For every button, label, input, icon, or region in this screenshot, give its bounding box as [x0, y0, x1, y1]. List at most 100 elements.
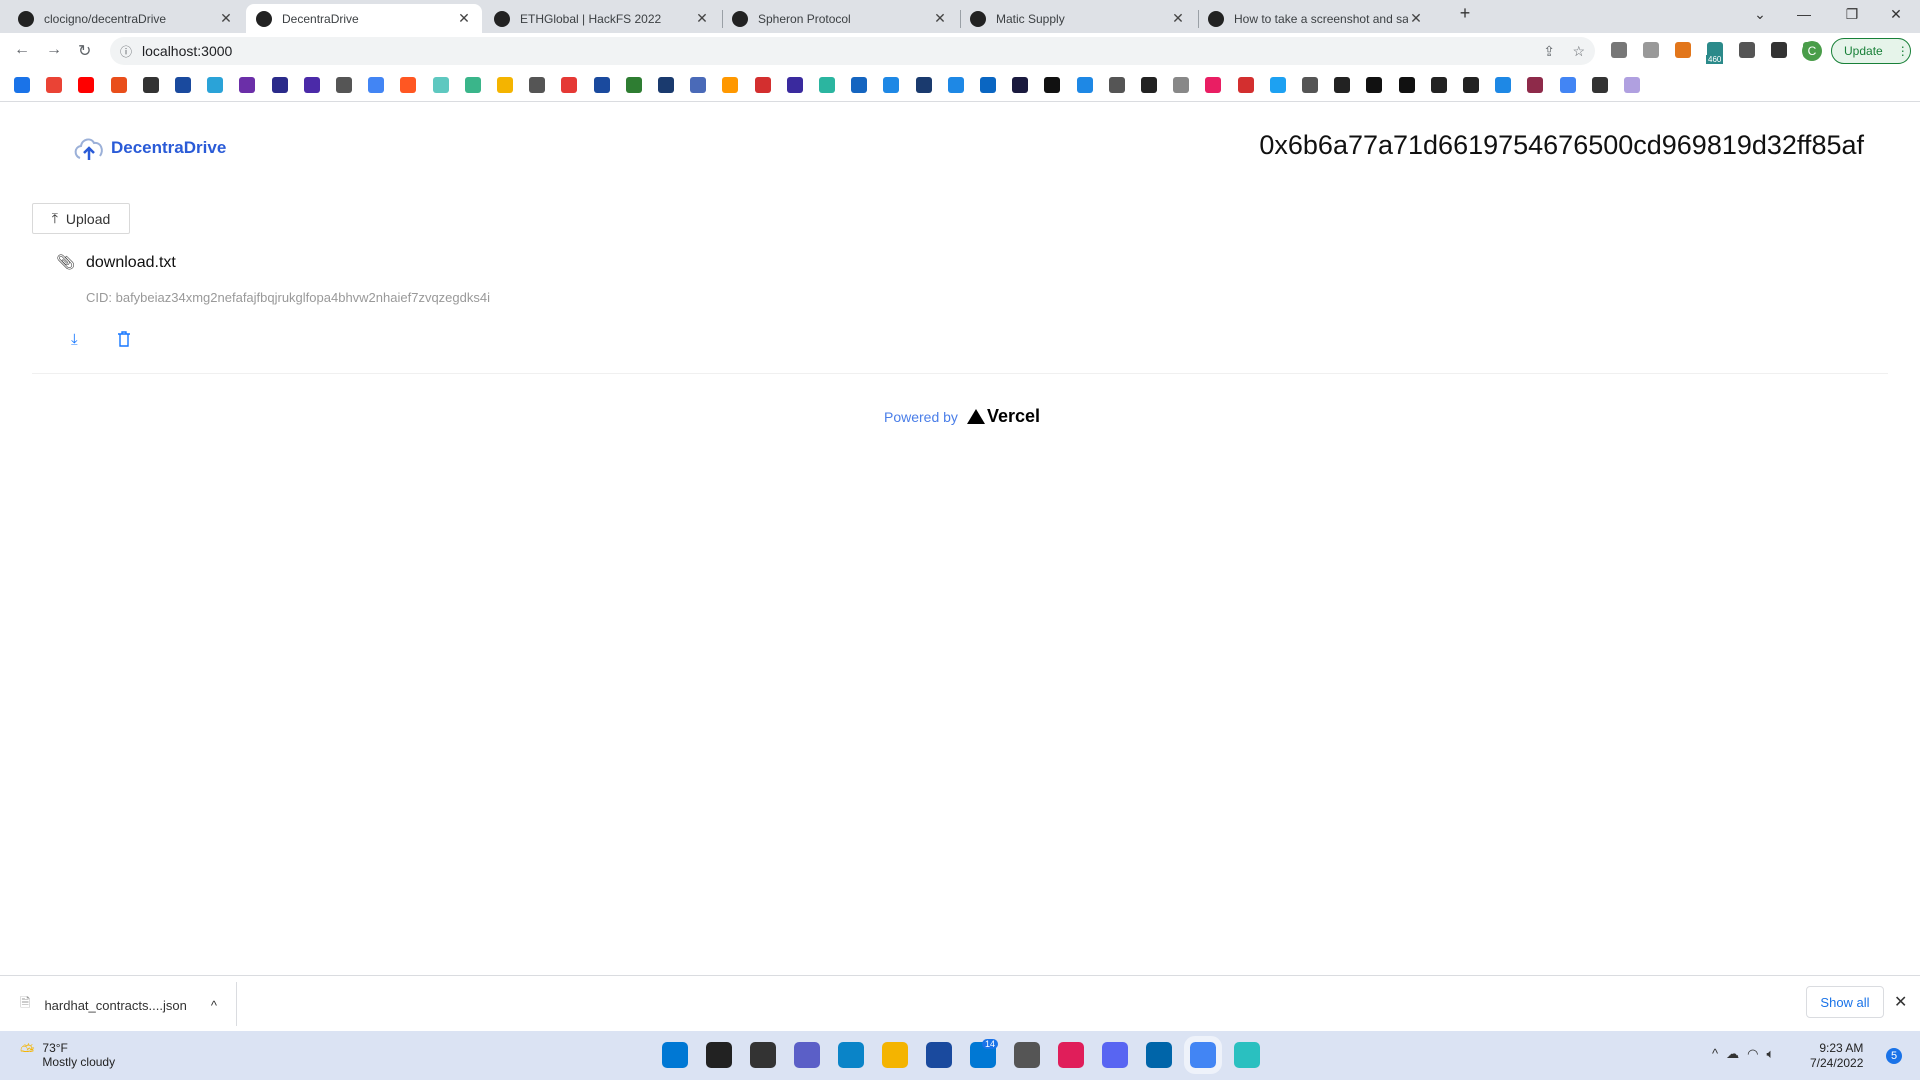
update-button[interactable]: Update ⋮: [1831, 38, 1911, 64]
tab-6[interactable]: How to take a screenshot and sa ✕: [1198, 4, 1434, 33]
taskbar-app-icon[interactable]: [926, 1042, 952, 1068]
bookmark-icon[interactable]: [819, 77, 835, 93]
bookmark-icon[interactable]: [1141, 77, 1157, 93]
bookmark-icon[interactable]: [722, 77, 739, 93]
tab-3[interactable]: ETHGlobal | HackFS 2022 ✕: [484, 4, 720, 33]
bookmark-icon[interactable]: [851, 77, 868, 93]
bookmark-icon[interactable]: [1591, 77, 1608, 93]
close-tab-icon[interactable]: ✕: [932, 10, 948, 27]
bookmark-icon[interactable]: [1334, 77, 1351, 93]
close-tab-icon[interactable]: ✕: [1170, 10, 1186, 27]
bookmark-icon[interactable]: [207, 77, 224, 93]
taskbar-app-icon[interactable]: [1234, 1042, 1260, 1068]
upload-button[interactable]: ⤒ Upload: [32, 203, 130, 234]
new-tab-button[interactable]: +: [1445, 3, 1485, 24]
bookmark-icon[interactable]: [1173, 77, 1190, 93]
bookmark-icon[interactable]: [497, 77, 513, 93]
weather-widget[interactable]: ⛅︎ 73°F Mostly cloudy: [20, 1041, 115, 1069]
download-icon[interactable]: ⤓: [71, 331, 78, 348]
show-all-button[interactable]: Show all: [1806, 986, 1884, 1018]
system-tray[interactable]: ^☁◠🔈︎: [1712, 1046, 1782, 1062]
bookmark-icon[interactable]: [1237, 77, 1254, 93]
taskbar-app-icon[interactable]: [1146, 1042, 1172, 1068]
close-tab-icon[interactable]: ✕: [1408, 10, 1424, 27]
bookmark-icon[interactable]: [1527, 77, 1544, 93]
bookmark-icon[interactable]: [980, 77, 996, 93]
bookmark-icon[interactable]: [1012, 77, 1029, 93]
tab-4[interactable]: Spheron Protocol ✕: [722, 4, 958, 33]
clock[interactable]: 9:23 AM 7/24/2022: [1810, 1041, 1863, 1071]
bookmark-icon[interactable]: [1076, 77, 1093, 93]
bookmark-icon[interactable]: [1463, 77, 1479, 93]
bookmark-icon[interactable]: [464, 77, 481, 93]
taskbar-app-icon[interactable]: [882, 1042, 908, 1068]
address-bar[interactable]: ⓘ localhost:3000 ⇪ ☆: [110, 37, 1595, 65]
bookmark-icon[interactable]: [947, 77, 964, 93]
tab-1[interactable]: clocigno/decentraDrive ✕: [8, 4, 244, 33]
close-window-button[interactable]: ✕: [1876, 6, 1916, 23]
extension-icon[interactable]: [1739, 42, 1755, 58]
close-tab-icon[interactable]: ✕: [218, 10, 234, 27]
bookmark-icon[interactable]: [883, 77, 900, 93]
extension-icon[interactable]: [1771, 42, 1787, 58]
bookmark-icon[interactable]: [46, 77, 63, 93]
bookmark-icon[interactable]: [1398, 77, 1415, 93]
tab-2[interactable]: DecentraDrive ✕: [246, 4, 482, 33]
bookmark-icon[interactable]: [1108, 77, 1125, 93]
onedrive-icon[interactable]: ☁: [1726, 1046, 1747, 1061]
taskbar-app-icon[interactable]: [1102, 1042, 1128, 1068]
bookmark-icon[interactable]: [658, 77, 674, 93]
chevron-up-icon[interactable]: ^: [211, 998, 217, 1013]
extension-icon[interactable]: [1611, 42, 1627, 58]
taskbar-app-icon[interactable]: [662, 1042, 688, 1068]
bookmark-icon[interactable]: [915, 77, 932, 93]
bookmark-icon[interactable]: [1205, 77, 1222, 93]
taskbar-app-icon[interactable]: [838, 1042, 864, 1068]
reload-icon[interactable]: ↻: [78, 41, 91, 61]
bookmark-icon[interactable]: [1624, 77, 1640, 93]
taskbar-app-icon[interactable]: [706, 1042, 732, 1068]
bookmark-icon[interactable]: [400, 77, 417, 93]
bookmark-icon[interactable]: [1044, 77, 1061, 93]
taskbar-app-icon[interactable]: [1014, 1042, 1040, 1068]
bookmark-icon[interactable]: [1495, 77, 1512, 93]
bookmark-icon[interactable]: [1559, 77, 1576, 93]
bookmark-icon[interactable]: [175, 77, 191, 93]
volume-icon[interactable]: 🔈︎: [1766, 1046, 1782, 1061]
bookmark-icon[interactable]: [754, 77, 771, 93]
bookmark-icon[interactable]: [786, 77, 803, 93]
extension-icon[interactable]: [1643, 42, 1659, 58]
bookmark-icon[interactable]: [110, 77, 127, 93]
bookmark-icon[interactable]: [142, 77, 159, 93]
close-tab-icon[interactable]: ✕: [456, 10, 472, 27]
close-tab-icon[interactable]: ✕: [694, 10, 710, 27]
taskbar-app-icon[interactable]: [750, 1042, 776, 1068]
brand-logo[interactable]: DecentraDrive: [73, 134, 226, 162]
close-icon[interactable]: ✕: [1894, 992, 1907, 1012]
wifi-icon[interactable]: ◠: [1747, 1046, 1766, 1061]
download-item[interactable]: 🗎︎ hardhat_contracts....json ^: [20, 994, 217, 1016]
powered-by-vercel-link[interactable]: Powered by Vercel: [884, 406, 1040, 427]
tab-5[interactable]: Matic Supply ✕: [960, 4, 1196, 33]
bookmark-icon[interactable]: [78, 77, 95, 93]
taskbar-app-icon[interactable]: [1184, 1036, 1222, 1074]
bookmark-star-icon[interactable]: ☆: [1572, 43, 1585, 60]
bookmark-icon[interactable]: [625, 77, 642, 93]
back-icon[interactable]: ←: [14, 41, 30, 59]
bookmark-icon[interactable]: [239, 77, 256, 93]
taskbar-app-icon[interactable]: [1058, 1042, 1084, 1068]
bookmark-icon[interactable]: [336, 77, 352, 93]
tab-search-button[interactable]: ⌄: [1740, 6, 1780, 23]
restore-button[interactable]: ❐: [1832, 6, 1872, 23]
bookmark-icon[interactable]: [1302, 77, 1318, 93]
notification-badge[interactable]: 5: [1886, 1048, 1902, 1064]
taskbar-app-icon[interactable]: [794, 1042, 820, 1068]
bookmark-icon[interactable]: [368, 77, 385, 93]
forward-icon[interactable]: →: [46, 41, 62, 59]
chevron-up-icon[interactable]: ^: [1712, 1046, 1726, 1061]
profile-avatar[interactable]: C: [1802, 41, 1822, 61]
extension-icon[interactable]: [1675, 42, 1691, 58]
bookmark-icon[interactable]: [593, 77, 610, 93]
bookmark-icon[interactable]: [271, 77, 288, 93]
bookmark-icon[interactable]: [1366, 77, 1383, 93]
